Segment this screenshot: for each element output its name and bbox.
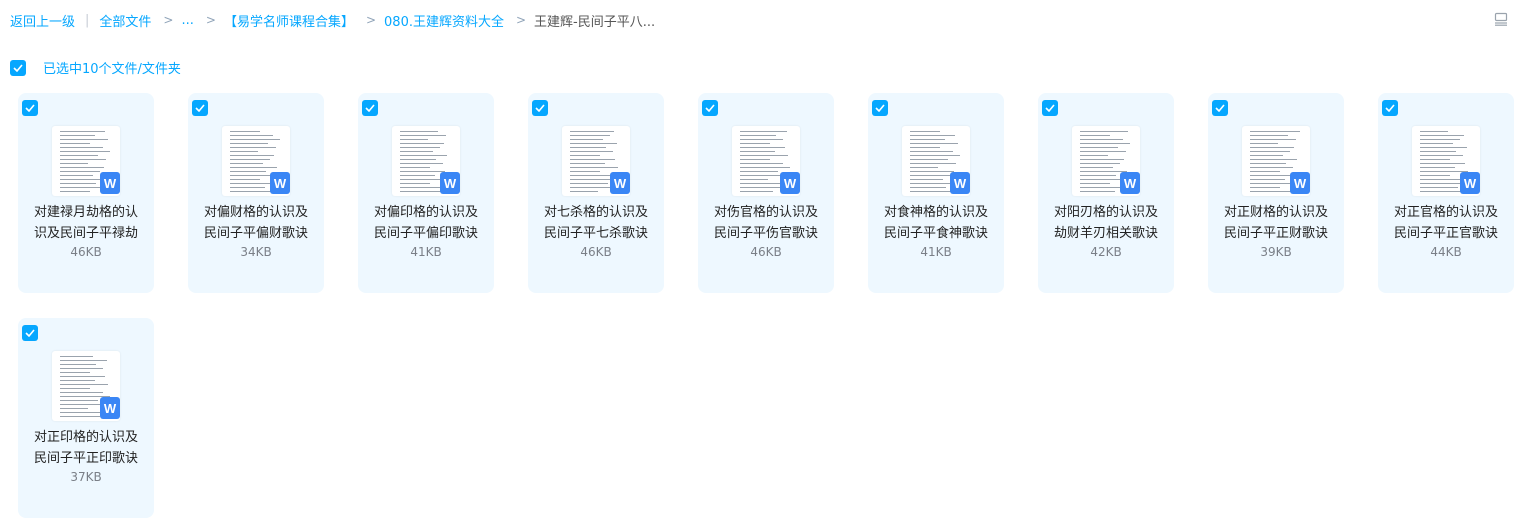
word-icon: W <box>610 172 630 194</box>
check-icon <box>705 104 715 112</box>
file-name[interactable]: 对偏印格的认识及民间子平偏印歌诀 <box>368 202 484 244</box>
word-icon: W <box>100 172 120 194</box>
select-all-checkbox[interactable] <box>10 59 26 76</box>
file-card[interactable]: W 对七杀格的认识及民间子平七杀歌诀 46KB <box>528 93 664 293</box>
file-name[interactable]: 对正财格的认识及民间子平正财歌诀 <box>1218 202 1334 244</box>
word-icon: W <box>1460 172 1480 194</box>
chevron-right-icon: > <box>365 13 377 27</box>
breadcrumb-folder-course-collection[interactable]: 【易学名师课程合集】 <box>224 11 354 30</box>
check-icon <box>1385 104 1395 112</box>
check-icon <box>195 104 205 112</box>
file-checkbox[interactable] <box>1212 100 1228 116</box>
file-checkbox[interactable] <box>22 100 38 116</box>
chevron-right-icon: > <box>163 13 174 27</box>
breadcrumb-divider: | <box>85 12 90 28</box>
file-checkbox[interactable] <box>1382 100 1398 116</box>
file-checkbox[interactable] <box>872 100 888 116</box>
file-name[interactable]: 对七杀格的认识及民间子平七杀歌诀 <box>538 202 654 244</box>
file-size: 37KB <box>70 470 102 484</box>
breadcrumb-ellipsis[interactable]: ... <box>181 13 193 28</box>
breadcrumb: 返回上一级 | 全部文件 > ... > 【易学名师课程合集】 > 080.王建… <box>10 10 655 30</box>
check-icon <box>25 104 35 112</box>
check-icon <box>25 329 35 337</box>
file-size: 41KB <box>410 245 442 259</box>
select-all-row: 已选中10个文件/文件夹 <box>10 58 181 77</box>
file-card[interactable]: W 对偏财格的认识及民间子平偏财歌诀 34KB <box>188 93 324 293</box>
file-size: 44KB <box>1430 245 1462 259</box>
file-card[interactable]: W 对偏印格的认识及民间子平偏印歌诀 41KB <box>358 93 494 293</box>
word-icon: W <box>1290 172 1310 194</box>
chevron-right-icon: > <box>205 13 216 27</box>
file-name[interactable]: 对正官格的认识及民间子平正官歌诀 <box>1388 202 1504 244</box>
file-card[interactable]: W 对正官格的认识及民间子平正官歌诀 44KB <box>1378 93 1514 293</box>
file-checkbox[interactable] <box>702 100 718 116</box>
check-icon <box>365 104 375 112</box>
breadcrumb-current: 王建辉-民间子平八... <box>534 14 656 30</box>
file-name[interactable]: 对建禄月劫格的认识及民间子平禄劫 <box>28 202 144 244</box>
file-size: 46KB <box>580 245 612 259</box>
check-icon <box>875 104 885 112</box>
file-card[interactable]: W 对阳刃格的认识及劫财羊刃相关歌诀 42KB <box>1038 93 1174 293</box>
file-checkbox[interactable] <box>192 100 208 116</box>
word-icon: W <box>1120 172 1140 194</box>
file-card[interactable]: W 对建禄月劫格的认识及民间子平禄劫 46KB <box>18 93 154 293</box>
selection-count-label: 已选中10个文件/文件夹 <box>43 62 181 77</box>
file-name[interactable]: 对正印格的认识及民间子平正印歌诀 <box>28 427 144 469</box>
word-icon: W <box>440 172 460 194</box>
breadcrumb-folder-wangjianhui[interactable]: 080.王建辉资料大全 <box>384 11 504 30</box>
breadcrumb-all-files[interactable]: 全部文件 <box>99 11 151 30</box>
check-icon <box>13 63 23 72</box>
file-checkbox[interactable] <box>362 100 378 116</box>
file-checkbox[interactable] <box>532 100 548 116</box>
file-name[interactable]: 对伤官格的认识及民间子平伤官歌诀 <box>708 202 824 244</box>
file-size: 46KB <box>750 245 782 259</box>
file-size: 41KB <box>920 245 952 259</box>
word-icon: W <box>950 172 970 194</box>
file-card[interactable]: W 对正财格的认识及民间子平正财歌诀 39KB <box>1208 93 1344 293</box>
file-name[interactable]: 对偏财格的认识及民间子平偏财歌诀 <box>198 202 314 244</box>
check-icon <box>535 104 545 112</box>
file-card[interactable]: W 对食神格的认识及民间子平食神歌诀 41KB <box>868 93 1004 293</box>
check-icon <box>1045 104 1055 112</box>
file-name[interactable]: 对阳刃格的认识及劫财羊刃相关歌诀 <box>1048 202 1164 244</box>
word-icon: W <box>270 172 290 194</box>
file-size: 42KB <box>1090 245 1122 259</box>
file-checkbox[interactable] <box>1042 100 1058 116</box>
file-checkbox[interactable] <box>22 325 38 341</box>
file-size: 34KB <box>240 245 272 259</box>
file-card[interactable]: W 对伤官格的认识及民间子平伤官歌诀 46KB <box>698 93 834 293</box>
file-size: 46KB <box>70 245 102 259</box>
word-icon: W <box>780 172 800 194</box>
check-icon <box>1215 104 1225 112</box>
list-view-toggle-icon[interactable] <box>1494 11 1508 26</box>
file-size: 39KB <box>1260 245 1292 259</box>
chevron-right-icon: > <box>515 13 527 27</box>
file-card[interactable]: W 对正印格的认识及民间子平正印歌诀 37KB <box>18 318 154 518</box>
word-icon: W <box>100 397 120 419</box>
back-link[interactable]: 返回上一级 <box>10 11 75 30</box>
file-name[interactable]: 对食神格的认识及民间子平食神歌诀 <box>878 202 994 244</box>
